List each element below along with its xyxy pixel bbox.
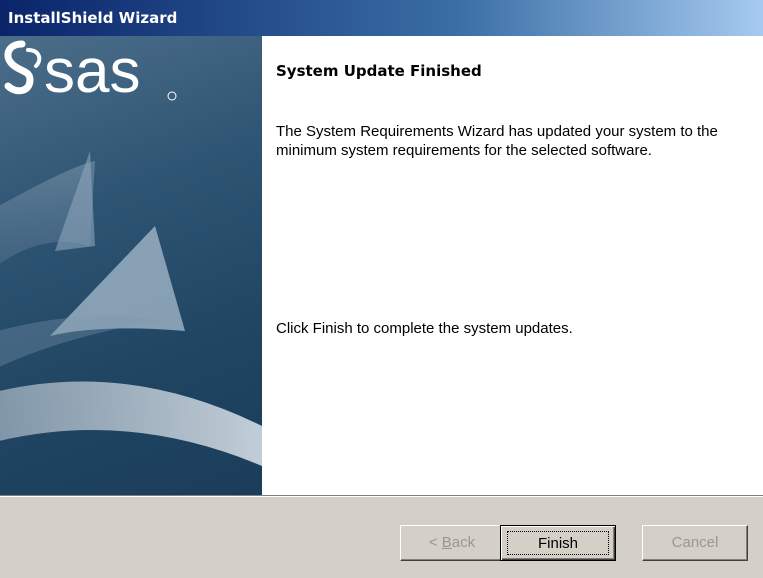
finish-instruction: Click Finish to complete the system upda… (276, 320, 573, 337)
update-description: The System Requirements Wizard has updat… (276, 123, 718, 159)
back-button-prefix: < (428, 534, 442, 551)
page-title: System Update Finished (276, 62, 482, 80)
wizard-banner-image: sas (0, 36, 262, 495)
finish-button-label: Finish (537, 535, 578, 552)
installshield-wizard-window: InstallShield Wizard sas System Update F… (0, 0, 763, 578)
cancel-button[interactable]: Cancel (642, 525, 748, 561)
back-button[interactable]: < Back (400, 525, 504, 561)
finish-button[interactable]: Finish (500, 525, 616, 561)
cancel-button-label: Cancel (671, 534, 719, 551)
wizard-content-panel: System Update Finished The System Requir… (262, 36, 763, 495)
sas-logo-text: sas (44, 37, 140, 106)
button-area-separator (0, 495, 763, 497)
back-button-mnemonic: B (441, 534, 452, 551)
back-button-rest: ack (451, 534, 476, 551)
title-bar[interactable]: InstallShield Wizard (0, 0, 763, 36)
window-title: InstallShield Wizard (8, 9, 178, 27)
finish-focus-rect: Finish (507, 531, 609, 555)
sas-logo-icon: sas (4, 37, 177, 106)
